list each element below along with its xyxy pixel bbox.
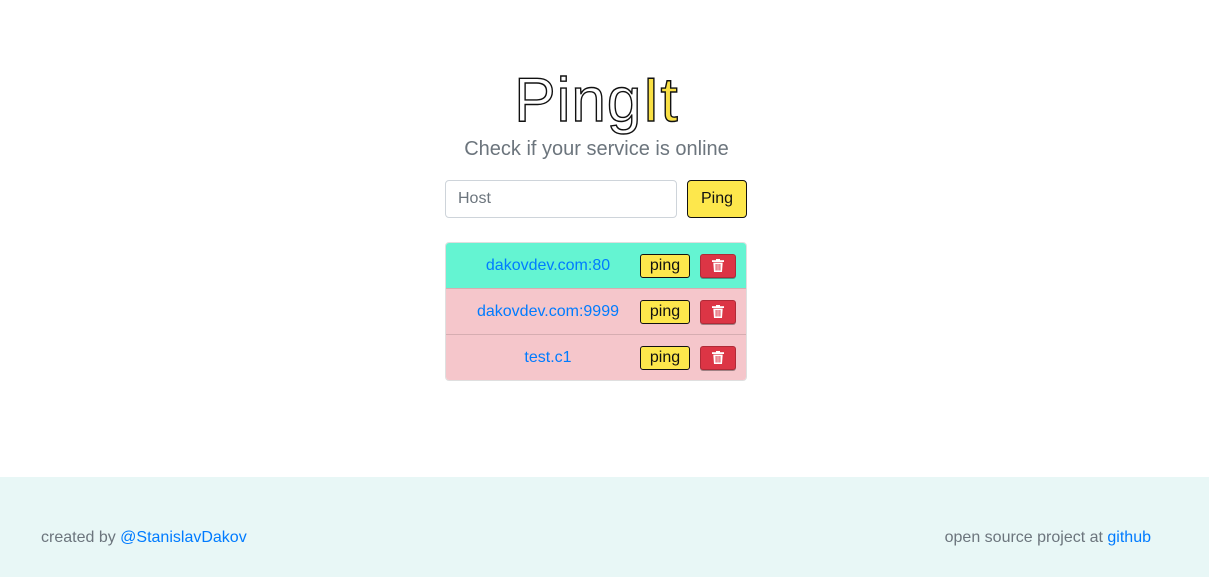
app-logo: PingIt xyxy=(0,65,1193,136)
logo-it-text: It xyxy=(642,65,679,135)
footer-credits: created by @StanislavDakov xyxy=(41,528,247,548)
main-content: PingIt Check if your service is online P… xyxy=(0,0,1209,477)
delete-button[interactable] xyxy=(700,345,736,370)
logo-ping-text: Ping xyxy=(514,65,643,135)
row-ping-button[interactable]: ping xyxy=(640,253,690,278)
host-link[interactable]: dakovdev.com:9999 xyxy=(446,289,650,334)
host-link[interactable]: dakovdev.com:80 xyxy=(446,243,650,288)
tagline: Check if your service is online xyxy=(464,138,729,160)
host-row: dakovdev.com:80 ping xyxy=(446,243,746,288)
host-input[interactable] xyxy=(445,180,677,218)
host-row: dakovdev.com:9999 ping xyxy=(446,288,746,334)
footer-source: open source project at github xyxy=(945,528,1151,548)
github-link[interactable]: github xyxy=(1107,529,1151,546)
host-row: test.c1 ping xyxy=(446,334,746,380)
row-ping-button[interactable]: ping xyxy=(640,345,690,370)
delete-button[interactable] xyxy=(700,299,736,324)
footer: created by @StanislavDakov open source p… xyxy=(0,477,1209,577)
delete-button[interactable] xyxy=(700,253,736,278)
row-ping-button[interactable]: ping xyxy=(640,299,690,324)
author-link[interactable]: @StanislavDakov xyxy=(120,529,247,546)
ping-button[interactable]: Ping xyxy=(687,180,747,218)
trash-icon xyxy=(712,259,724,272)
host-list: dakovdev.com:80 ping dakovdev.com:9999 p… xyxy=(445,242,747,381)
created-by-text: created by xyxy=(41,529,116,546)
trash-icon xyxy=(712,351,724,364)
host-link[interactable]: test.c1 xyxy=(446,335,650,380)
open-source-text: open source project at xyxy=(944,529,1103,546)
trash-icon xyxy=(712,305,724,318)
